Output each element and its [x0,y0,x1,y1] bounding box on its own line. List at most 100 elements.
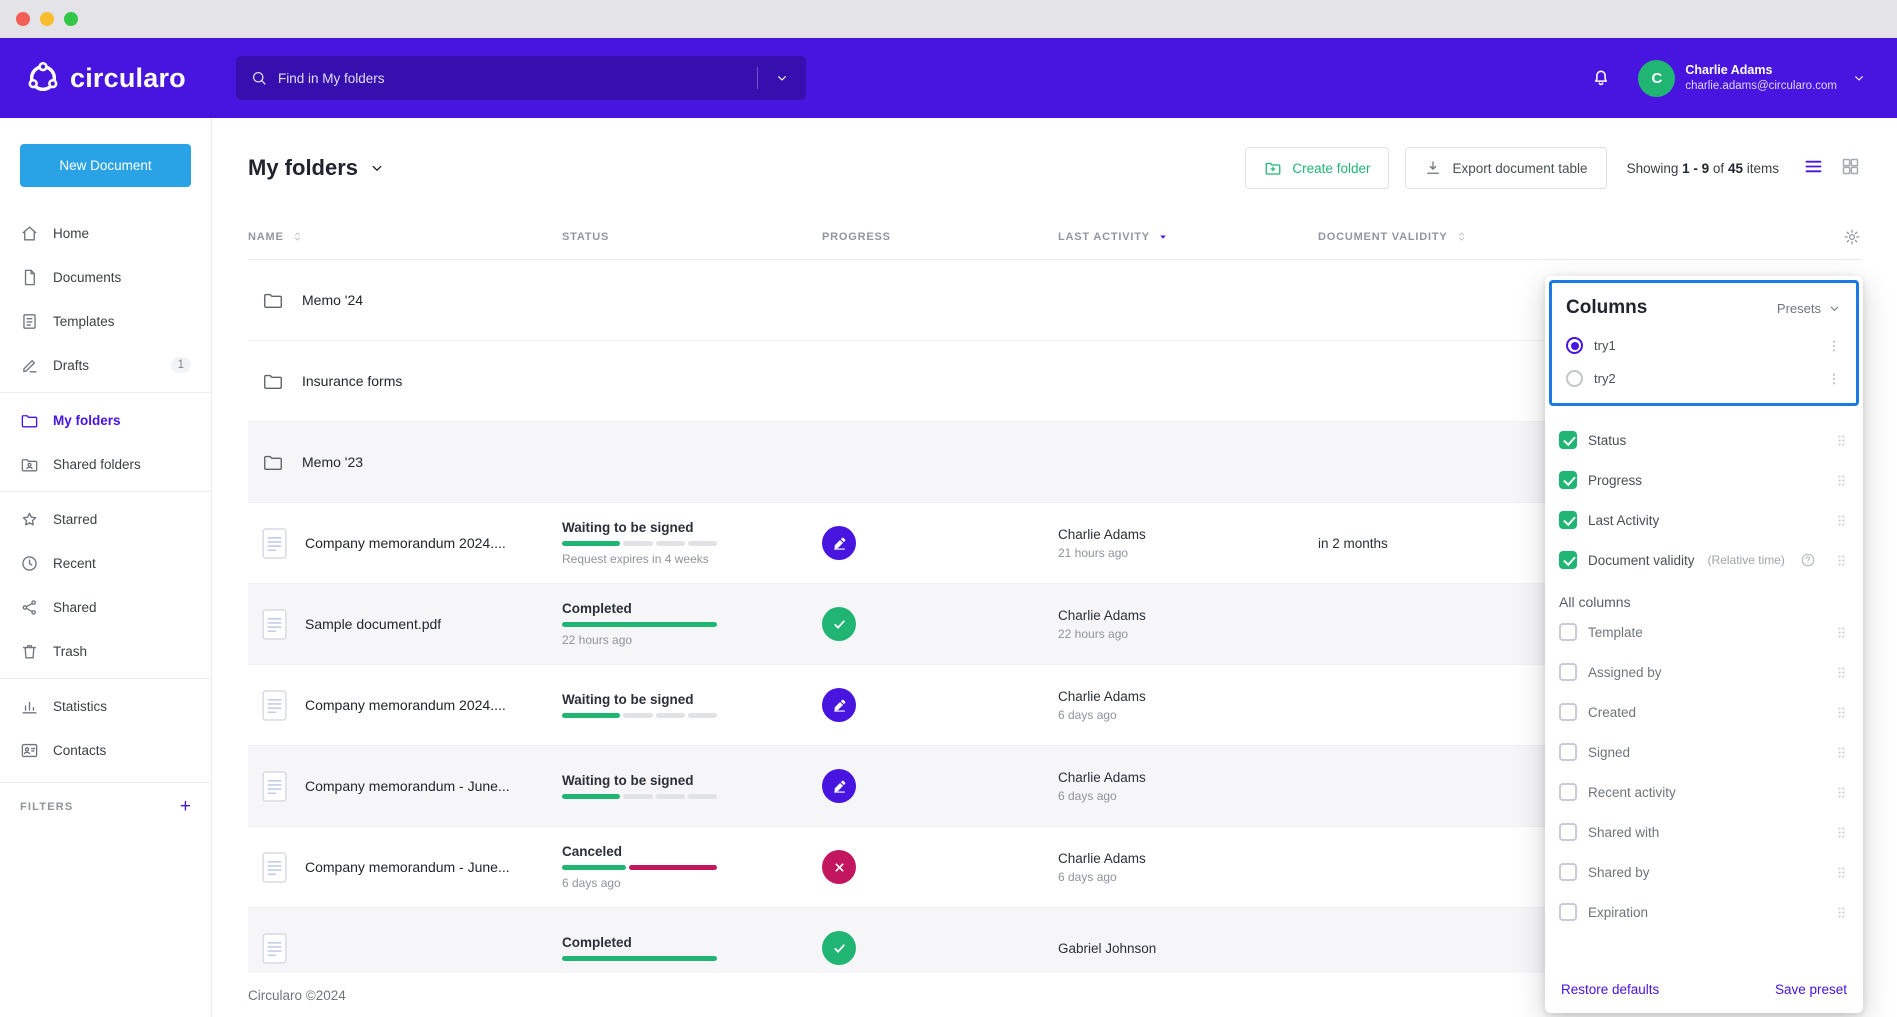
column-toggle-document-validity[interactable]: Document validity(Relative time) [1559,540,1849,580]
sidebar-item-drafts[interactable]: Drafts1 [0,343,211,387]
columns-panel: Columns Presets try1try2 StatusProgressL… [1545,276,1863,1013]
checkbox[interactable] [1559,663,1577,681]
column-toggle-progress[interactable]: Progress [1559,460,1849,500]
help-icon[interactable] [1800,552,1816,568]
minimize-window-button[interactable] [40,12,54,26]
drag-handle-icon[interactable] [1834,905,1849,920]
column-header-name[interactable]: NAME [248,230,562,243]
column-toggle-assigned-by[interactable]: Assigned by [1559,652,1849,692]
column-toggle-shared-with[interactable]: Shared with [1559,812,1849,852]
progress-segment [656,541,685,546]
actor-name: Gabriel Johnson [1058,941,1318,956]
status-subtext: Request expires in 4 weeks [562,552,709,566]
sidebar-item-contacts[interactable]: Contacts [0,728,211,772]
kebab-menu-icon[interactable] [1826,371,1842,387]
drag-handle-icon[interactable] [1834,433,1849,448]
column-header-document-validity[interactable]: DOCUMENT VALIDITY [1318,230,1817,243]
sidebar-item-home[interactable]: Home [0,211,211,255]
checkbox[interactable] [1559,743,1577,761]
progress-segment [562,865,626,870]
close-window-button[interactable] [16,12,30,26]
sidebar-item-shared[interactable]: Shared [0,585,211,629]
last-activity-cell: Charlie Adams22 hours ago [1058,608,1318,641]
name-cell: Memo '23 [248,451,562,473]
brand-logo[interactable]: circularo [26,61,212,95]
drag-handle-icon[interactable] [1834,785,1849,800]
restore-defaults-link[interactable]: Restore defaults [1561,982,1659,997]
checkbox[interactable] [1559,551,1577,569]
column-header-progress[interactable]: PROGRESS [822,231,1058,243]
progress-segment [562,541,620,546]
search-scope-dropdown[interactable] [758,56,806,100]
checkbox[interactable] [1559,783,1577,801]
add-filter-button[interactable]: + [180,797,191,816]
checkbox[interactable] [1559,823,1577,841]
sidebar-item-shared-folders[interactable]: Shared folders [0,442,211,486]
checkbox[interactable] [1559,471,1577,489]
item-name: Company memorandum - June... [305,778,510,794]
progress-cell [822,850,1058,884]
notifications-button[interactable] [1590,66,1612,91]
column-header-last-activity[interactable]: LAST ACTIVITY [1058,231,1318,243]
sidebar-item-label: Shared [53,600,97,615]
sidebar-item-documents[interactable]: Documents [0,255,211,299]
column-toggle-expiration[interactable]: Expiration [1559,892,1849,932]
checkbox[interactable] [1559,703,1577,721]
sidebar-item-recent[interactable]: Recent [0,541,211,585]
status-cell: Waiting to be signedRequest expires in 4… [562,520,822,566]
sidebar-item-my-folders[interactable]: My folders [0,398,211,442]
column-toggle-last-activity[interactable]: Last Activity [1559,500,1849,540]
zoom-window-button[interactable] [64,12,78,26]
sidebar-item-trash[interactable]: Trash [0,629,211,673]
new-document-button[interactable]: New Document [20,144,191,187]
column-header-status[interactable]: STATUS [562,231,822,243]
create-folder-button[interactable]: Create folder [1245,147,1389,189]
column-toggle-template[interactable]: Template [1559,612,1849,652]
checkbox[interactable] [1559,511,1577,529]
column-toggle-shared-by[interactable]: Shared by [1559,852,1849,892]
checkbox[interactable] [1559,431,1577,449]
checkbox[interactable] [1559,903,1577,921]
user-meta: Charlie Adams charlie.adams@circularo.co… [1685,62,1837,93]
sidebar-item-statistics[interactable]: Statistics [0,684,211,728]
list-view-button[interactable] [1803,156,1824,180]
item-name: Sample document.pdf [305,616,441,632]
drag-handle-icon[interactable] [1834,473,1849,488]
page-title-dropdown[interactable]: My folders [248,155,386,181]
presets-dropdown[interactable]: Presets [1777,301,1842,316]
drag-handle-icon[interactable] [1834,513,1849,528]
actor-name: Charlie Adams [1058,608,1318,623]
drag-handle-icon[interactable] [1834,745,1849,760]
kebab-menu-icon[interactable] [1826,338,1842,354]
radio-button[interactable] [1566,337,1583,354]
sidebar-item-templates[interactable]: Templates [0,299,211,343]
drag-handle-icon[interactable] [1834,865,1849,880]
radio-button[interactable] [1566,370,1583,387]
column-toggle-status[interactable]: Status [1559,420,1849,460]
preset-option-try2[interactable]: try2 [1552,362,1856,395]
grid-view-button[interactable] [1840,156,1861,180]
drag-handle-icon[interactable] [1834,553,1849,568]
progress-segment [623,713,652,718]
user-menu[interactable]: C Charlie Adams charlie.adams@circularo.… [1638,60,1867,97]
status-cell: Completed22 hours ago [562,601,822,647]
search-input[interactable] [268,71,757,86]
preset-option-try1[interactable]: try1 [1552,329,1856,362]
checkbox[interactable] [1559,863,1577,881]
column-toggle-recent-activity[interactable]: Recent activity [1559,772,1849,812]
columns-panel-title: Columns [1566,297,1647,319]
export-document-table-button[interactable]: Export document table [1405,147,1606,189]
checkbox[interactable] [1559,623,1577,641]
sidebar-item-starred[interactable]: Starred [0,497,211,541]
progress-segment [562,794,620,799]
drag-handle-icon[interactable] [1834,705,1849,720]
column-toggle-signed[interactable]: Signed [1559,732,1849,772]
save-preset-link[interactable]: Save preset [1775,982,1847,997]
sidebar-item-label: Trash [53,644,87,659]
drag-handle-icon[interactable] [1834,825,1849,840]
drag-handle-icon[interactable] [1834,665,1849,680]
drag-handle-icon[interactable] [1834,625,1849,640]
column-toggle-created[interactable]: Created [1559,692,1849,732]
column-settings-gear-icon[interactable] [1843,228,1861,246]
document-icon [262,528,287,559]
